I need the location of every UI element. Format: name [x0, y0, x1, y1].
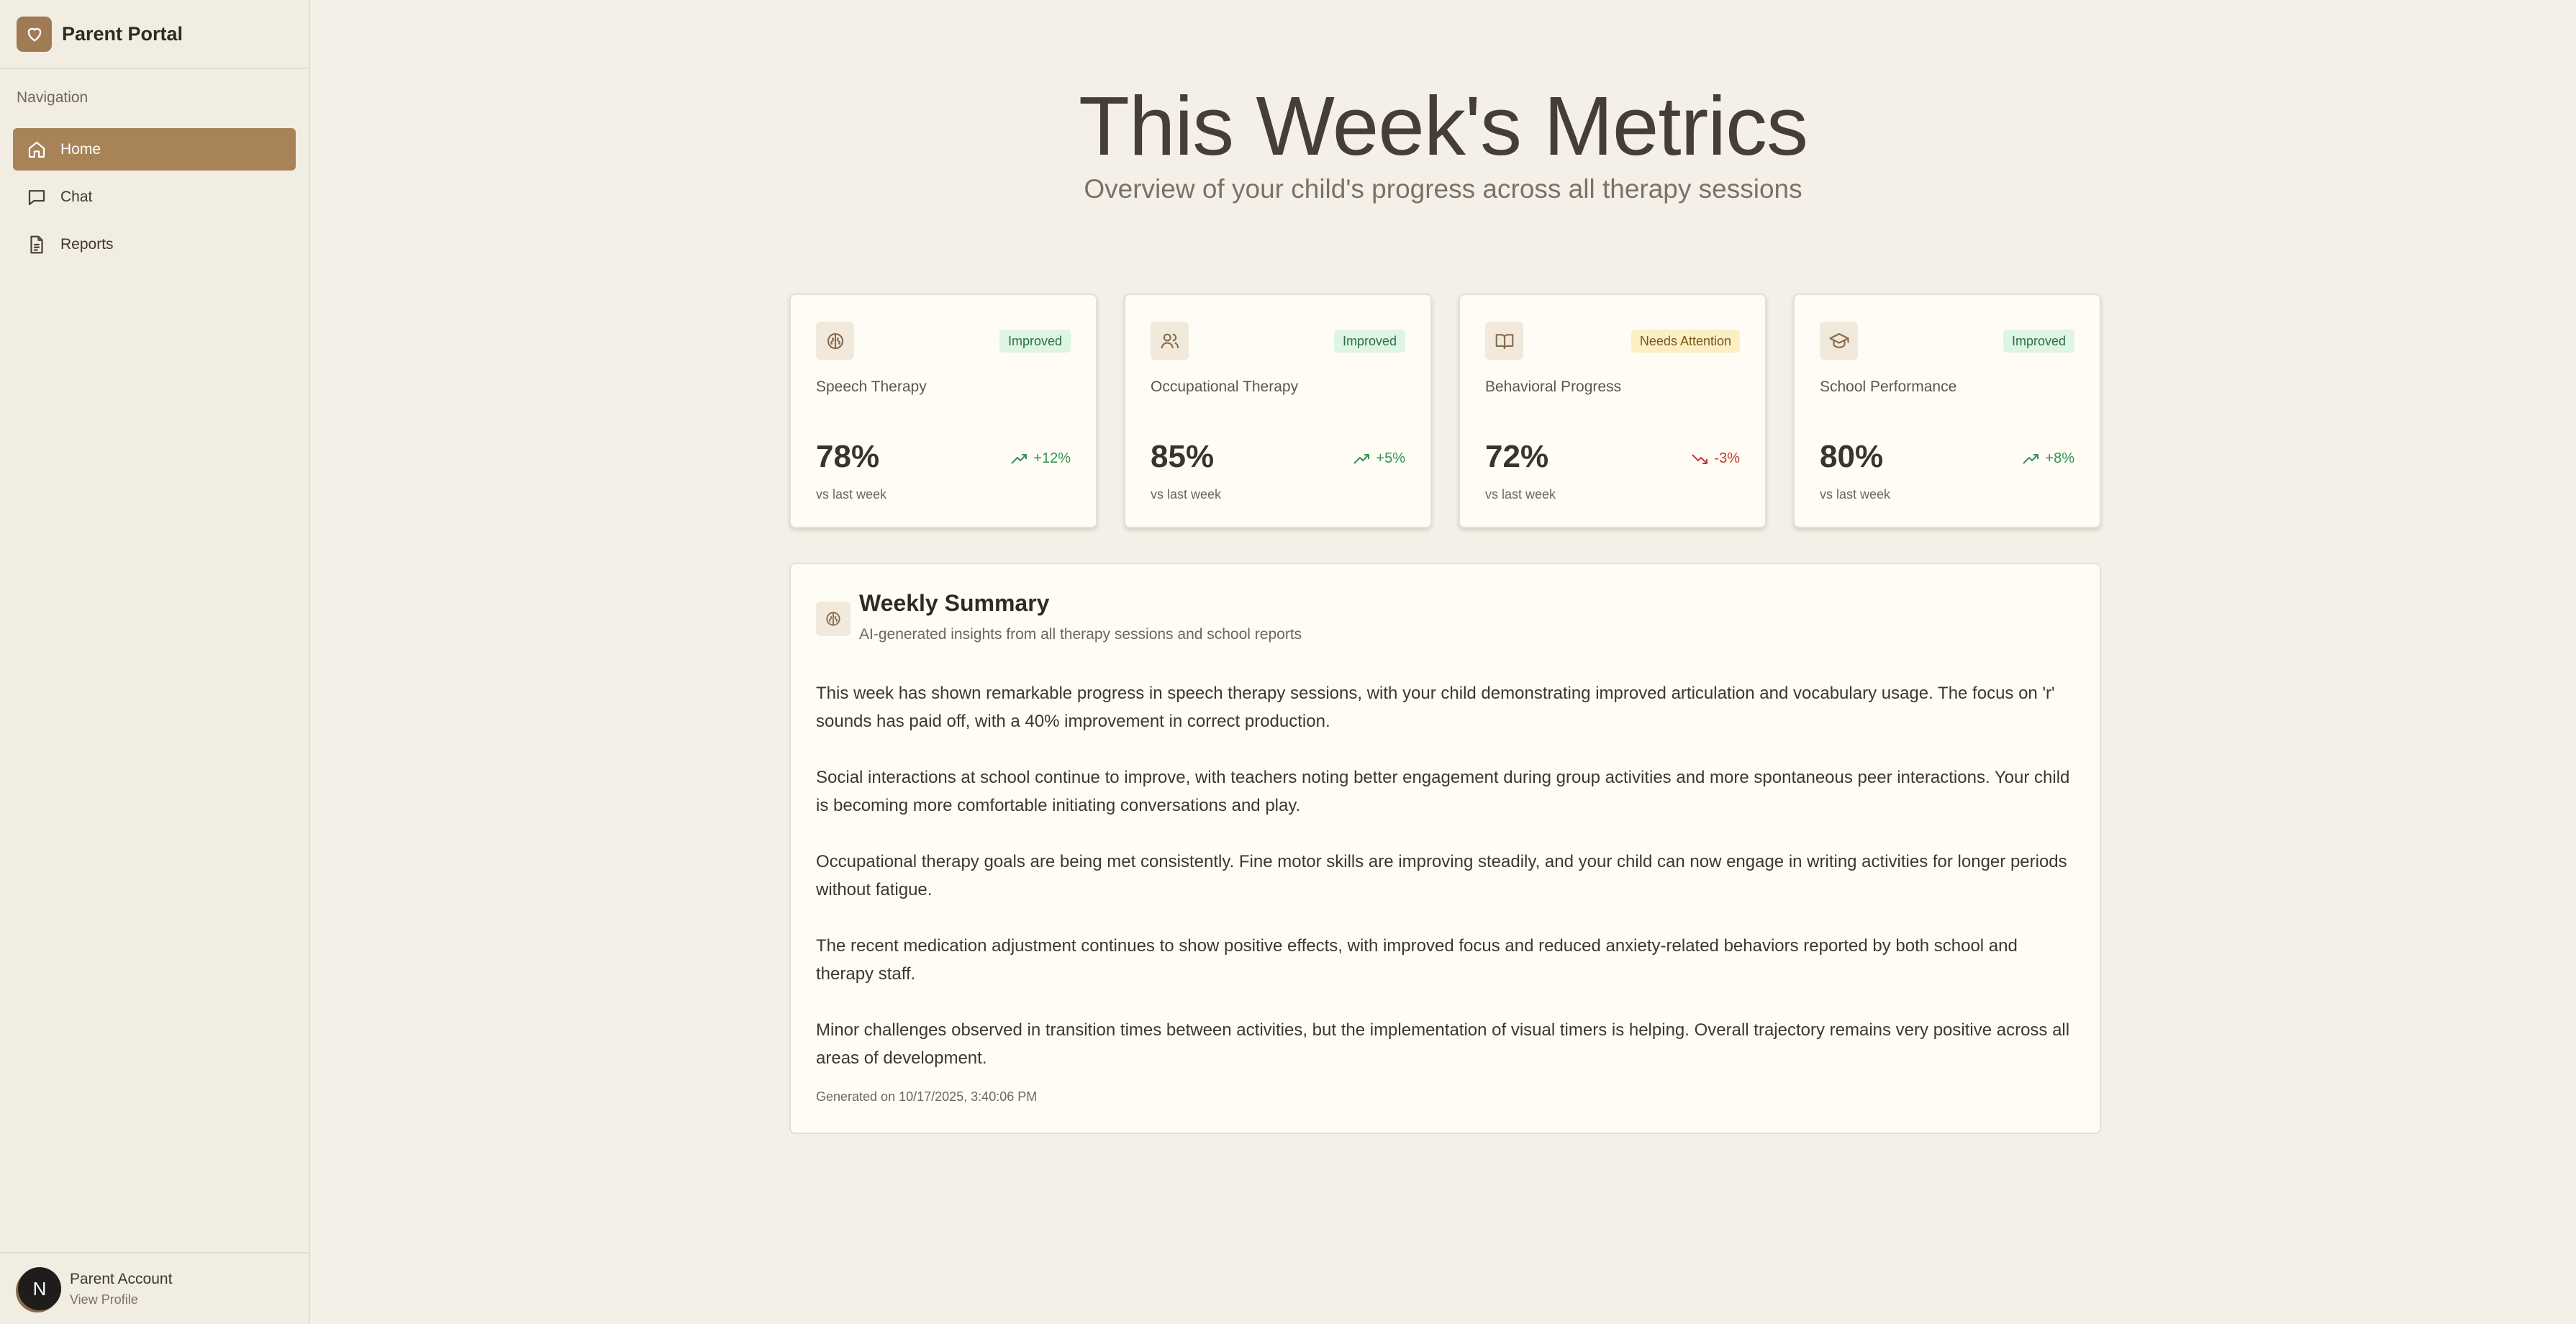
metric-card-behavioral-progress[interactable]: Needs Attention Behavioral Progress 72% …: [1459, 294, 1767, 528]
metric-footnote: vs last week: [1151, 487, 1222, 502]
heart-icon: [17, 16, 52, 52]
metric-card-school-performance[interactable]: Improved School Performance 80% +8% vs l…: [1793, 294, 2101, 528]
metric-change-value: +5%: [1376, 450, 1405, 466]
trend-up-icon: [1353, 453, 1370, 464]
sidebar-item-chat[interactable]: Chat: [13, 176, 296, 218]
trend-down-icon: [1692, 453, 1708, 464]
brand-title: Parent Portal: [62, 22, 183, 45]
weekly-summary-card: Weekly Summary AI-generated insights fro…: [789, 563, 2101, 1134]
avatar[interactable]: N: [18, 1267, 61, 1310]
metric-card-speech-therapy[interactable]: Improved Speech Therapy 78% +12% vs last…: [789, 294, 1097, 528]
metric-cards: Improved Speech Therapy 78% +12% vs last…: [789, 294, 2101, 528]
book-icon: [1485, 322, 1523, 360]
status-badge: Improved: [999, 330, 1071, 353]
metric-footnote: vs last week: [816, 487, 887, 502]
summary-paragraph: Social interactions at school continue t…: [816, 768, 2070, 815]
sidebar-item-home[interactable]: Home: [13, 128, 296, 171]
page-subtitle: Overview of your child's progress across…: [1084, 174, 1802, 204]
metric-change: +12%: [1010, 450, 1071, 467]
status-badge: Improved: [1333, 330, 1405, 353]
account-info: Parent Account View Profile: [70, 1271, 172, 1307]
summary-body: This week has shown remarkable progress …: [816, 679, 2079, 1100]
metric-change: -3%: [1691, 450, 1740, 467]
sidebar: Parent Portal Navigation Home Chat Repor…: [0, 0, 310, 1324]
metric-change: +5%: [1353, 450, 1405, 467]
nav-list: Home Chat Reports: [0, 128, 309, 266]
summary-paragraph: This week has shown remarkable progress …: [816, 684, 2055, 731]
status-badge: Improved: [2003, 330, 2074, 353]
metric-value: 85%: [1151, 439, 1215, 474]
sidebar-item-label: Home: [60, 140, 101, 158]
generated-timestamp: Generated on 10/17/2025, 3:40:06 PM: [816, 1089, 1038, 1104]
summary-title: Weekly Summary: [859, 590, 1050, 616]
graduation-cap-icon: [1820, 322, 1858, 360]
home-icon: [28, 141, 45, 158]
summary-paragraph: Occupational therapy goals are being met…: [816, 852, 2067, 899]
chat-icon: [28, 189, 45, 205]
metric-change-value: +12%: [1033, 450, 1071, 466]
metric-name: Occupational Therapy: [1151, 378, 1299, 395]
nav-heading: Navigation: [17, 89, 89, 106]
metric-name: Speech Therapy: [816, 378, 927, 395]
metric-footnote: vs last week: [1820, 487, 1891, 502]
brain-icon: [816, 602, 851, 636]
metric-change-value: -3%: [1714, 450, 1740, 466]
page-title: This Week's Metrics: [1079, 79, 1808, 173]
metric-value: 78%: [816, 439, 880, 474]
brand-header[interactable]: Parent Portal: [0, 0, 309, 69]
sidebar-item-label: Chat: [60, 188, 93, 205]
metric-change: +8%: [2022, 450, 2074, 467]
summary-paragraph: The recent medication adjustment continu…: [816, 936, 2018, 984]
metric-name: School Performance: [1820, 378, 1957, 395]
file-icon: [30, 235, 43, 253]
trend-up-icon: [1011, 453, 1028, 464]
trend-up-icon: [2023, 453, 2039, 464]
metric-card-occupational-therapy[interactable]: Improved Occupational Therapy 85% +5% vs…: [1124, 294, 1432, 528]
metric-footnote: vs last week: [1485, 487, 1556, 502]
account-name: Parent Account: [70, 1270, 173, 1287]
sidebar-item-reports[interactable]: Reports: [13, 223, 296, 266]
metric-value: 72%: [1485, 439, 1549, 474]
metric-value: 80%: [1820, 439, 1884, 474]
users-icon: [1151, 322, 1189, 360]
status-badge: Needs Attention: [1631, 330, 1740, 353]
main-content: This Week's Metrics Overview of your chi…: [310, 0, 2576, 1324]
view-profile-link[interactable]: View Profile: [70, 1292, 172, 1307]
sidebar-item-label: Reports: [60, 235, 114, 253]
metric-change-value: +8%: [2045, 450, 2074, 466]
account-menu[interactable]: N Parent Account View Profile: [0, 1252, 309, 1324]
summary-subtitle: AI-generated insights from all therapy s…: [859, 626, 1302, 643]
brain-icon: [816, 322, 854, 360]
metric-name: Behavioral Progress: [1485, 378, 1622, 395]
summary-paragraph: Minor challenges observed in transition …: [816, 1020, 2070, 1068]
